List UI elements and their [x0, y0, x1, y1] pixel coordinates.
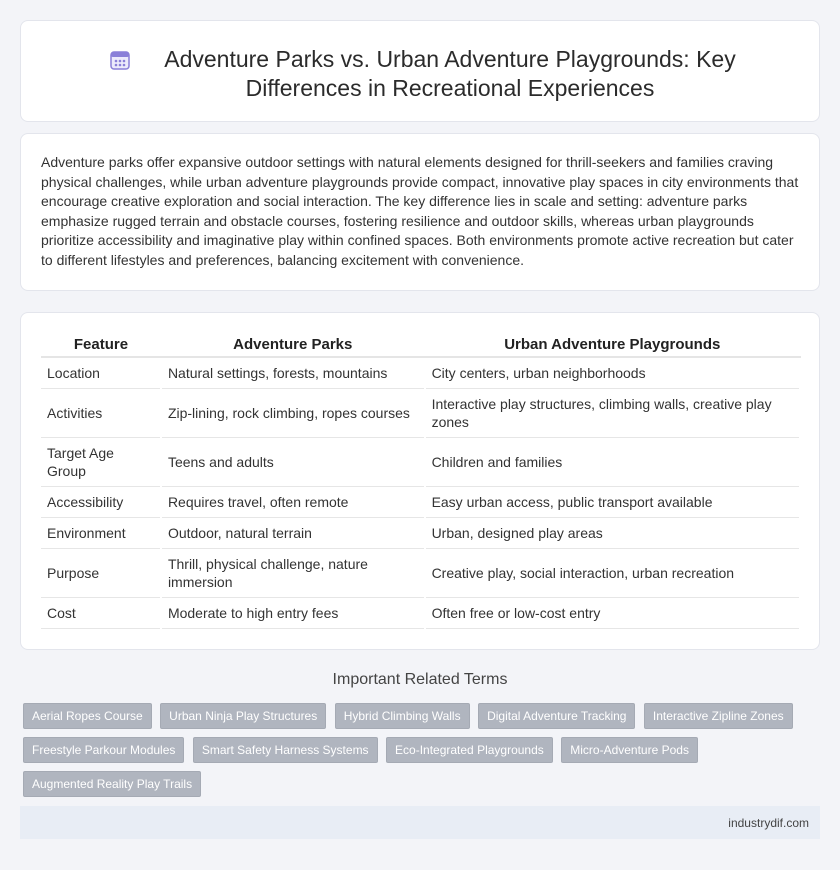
feature-cell: Accessibility — [41, 486, 162, 518]
adventure-parks-cell: Requires travel, often remote — [160, 486, 426, 518]
table-header-row: Feature Adventure Parks Urban Adventure … — [41, 333, 800, 358]
footer: industrydif.com — [20, 806, 820, 839]
related-term-tag[interactable]: Hybrid Climbing Walls — [334, 703, 470, 729]
page-title: Adventure Parks vs. Urban Adventure Play… — [164, 46, 736, 101]
table-row: Accessibility Requires travel, often rem… — [41, 486, 802, 518]
related-terms-list: Aerial Ropes Course Urban Ninja Play Str… — [23, 703, 803, 805]
header-adventure-parks: Adventure Parks — [160, 333, 425, 358]
header-urban-playgrounds: Urban Adventure Playgrounds — [424, 333, 800, 358]
related-term-tag[interactable]: Aerial Ropes Course — [23, 703, 152, 729]
urban-playgrounds-cell: Creative play, social interaction, urban… — [424, 548, 802, 598]
urban-playgrounds-cell: Interactive play structures, climbing wa… — [424, 388, 802, 438]
comparison-table: Feature Adventure Parks Urban Adventure … — [41, 333, 802, 629]
feature-cell: Activities — [41, 388, 162, 438]
adventure-parks-cell: Moderate to high entry fees — [160, 597, 426, 629]
feature-cell: Location — [41, 357, 162, 389]
table-row: Location Natural settings, forests, moun… — [41, 357, 802, 389]
table-row: Activities Zip-lining, rock climbing, ro… — [41, 388, 802, 438]
related-term-tag[interactable]: Interactive Zipline Zones — [643, 703, 793, 729]
header-feature: Feature — [41, 333, 161, 358]
related-term-tag[interactable]: Micro-Adventure Pods — [561, 737, 698, 763]
related-terms-title: Important Related Terms — [332, 671, 508, 688]
feature-cell: Target Age Group — [41, 437, 162, 487]
adventure-parks-cell: Natural settings, forests, mountains — [160, 357, 426, 389]
feature-cell: Environment — [41, 517, 162, 549]
related-term-tag[interactable]: Smart Safety Harness Systems — [192, 737, 378, 763]
comparison-card: Feature Adventure Parks Urban Adventure … — [20, 312, 820, 650]
feature-cell: Cost — [41, 597, 162, 629]
related-term-tag[interactable]: Urban Ninja Play Structures — [160, 703, 327, 729]
table-row: Target Age Group Teens and adults Childr… — [41, 437, 802, 487]
table-row: Environment Outdoor, natural terrain Urb… — [41, 517, 802, 549]
adventure-parks-cell: Teens and adults — [160, 437, 426, 487]
urban-playgrounds-cell: Easy urban access, public transport avai… — [424, 486, 802, 518]
adventure-parks-cell: Zip-lining, rock climbing, ropes courses — [160, 388, 426, 438]
adventure-parks-cell: Outdoor, natural terrain — [160, 517, 426, 549]
related-term-tag[interactable]: Digital Adventure Tracking — [478, 703, 636, 729]
related-term-tag[interactable]: Freestyle Parkour Modules — [23, 737, 185, 763]
urban-playgrounds-cell: Urban, designed play areas — [424, 517, 802, 549]
title-card: Adventure Parks vs. Urban Adventure Play… — [20, 20, 820, 122]
related-term-tag[interactable]: Eco-Integrated Playgrounds — [386, 737, 553, 763]
adventure-parks-cell: Thrill, physical challenge, nature immer… — [160, 548, 426, 598]
urban-playgrounds-cell: City centers, urban neighborhoods — [424, 357, 802, 389]
intro-card: Adventure parks offer expansive outdoor … — [20, 133, 820, 291]
intro-paragraph: Adventure parks offer expansive outdoor … — [41, 154, 799, 268]
table-row: Cost Moderate to high entry fees Often f… — [41, 597, 802, 629]
footer-site-link[interactable]: industrydif.com — [728, 816, 809, 830]
urban-playgrounds-cell: Children and families — [424, 437, 802, 487]
feature-cell: Purpose — [41, 548, 162, 598]
related-term-tag[interactable]: Augmented Reality Play Trails — [23, 771, 202, 797]
table-row: Purpose Thrill, physical challenge, natu… — [41, 548, 802, 598]
urban-playgrounds-cell: Often free or low-cost entry — [424, 597, 802, 629]
